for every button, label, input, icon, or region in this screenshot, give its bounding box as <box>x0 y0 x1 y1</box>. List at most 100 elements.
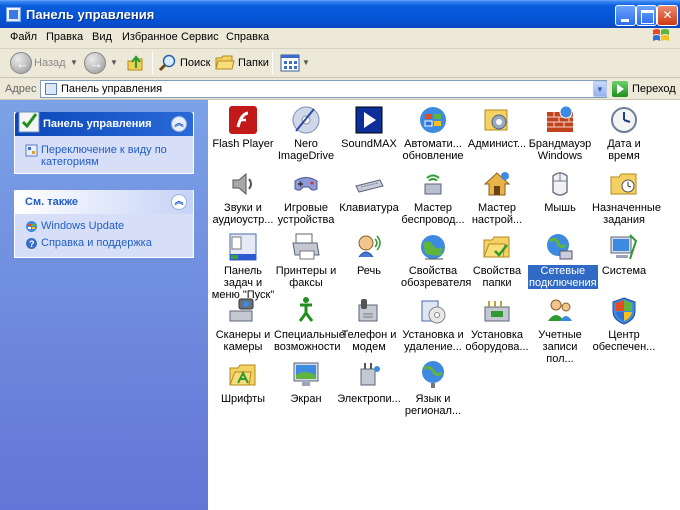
scanner-icon <box>229 298 254 322</box>
control-panel-item[interactable]: Flash Player <box>211 104 275 150</box>
control-panel-item-label: Свойства обозревателя <box>401 265 472 289</box>
address-dropdown-button[interactable]: ▼ <box>593 81 607 97</box>
speaker-icon <box>232 172 252 196</box>
forward-arrow-icon: → <box>90 56 103 71</box>
address-value: Панель управления <box>61 83 163 95</box>
control-panel-item[interactable]: Электропи... <box>337 359 401 405</box>
control-panel-box: Панель управления ︽ Переключение к виду … <box>14 111 194 174</box>
menu-tools[interactable]: Сервис <box>181 31 219 43</box>
control-panel-item-label: Установка оборудова... <box>465 329 529 353</box>
minimize-button[interactable] <box>615 5 636 26</box>
control-panel-item[interactable]: Свойства обозревателя <box>401 231 472 289</box>
address-input[interactable]: Панель управления <box>40 80 607 98</box>
control-panel-item[interactable]: Игровые устройства <box>274 168 338 226</box>
control-panel-item[interactable]: Шрифты <box>211 359 275 405</box>
network-connections-icon <box>547 234 573 260</box>
menu-edit[interactable]: Правка <box>46 31 83 43</box>
svg-text:?: ? <box>29 239 35 249</box>
control-panel-item[interactable]: Назначенные задания <box>592 168 661 226</box>
control-panel-item-label: Админист... <box>467 138 527 150</box>
control-panel-item-label: Шрифты <box>220 393 266 405</box>
control-panel-item-label: Центр обеспечен... <box>592 329 656 353</box>
views-icon[interactable] <box>280 53 300 73</box>
control-panel-item-label: Телефон и модем <box>341 329 397 353</box>
control-panel-item[interactable]: SoundMAX <box>337 104 401 150</box>
back-button[interactable]: ← <box>10 52 32 74</box>
search-button[interactable]: Поиск <box>180 57 210 69</box>
control-panel-item[interactable]: Свойства папки <box>465 231 529 289</box>
folders-button[interactable]: Папки <box>238 57 269 69</box>
help-support-link[interactable]: ? Справка и поддержка <box>25 237 183 249</box>
security-center-icon <box>612 297 636 325</box>
close-button[interactable]: ✕ <box>657 5 678 26</box>
collapse-chevron-icon[interactable]: ︽ <box>171 194 187 210</box>
menu-favorites[interactable]: Избранное <box>122 31 178 43</box>
accessibility-icon <box>298 297 314 322</box>
menu-file[interactable]: Файл <box>10 31 37 43</box>
automatic-updates-icon <box>420 107 446 133</box>
control-panel-item[interactable]: Специальные возможности <box>274 295 345 353</box>
control-panel-item[interactable]: Мышь <box>528 168 592 214</box>
control-panel-item[interactable]: Телефон и модем <box>337 295 401 353</box>
control-panel-item-label: Брандмауэр Windows <box>528 138 592 162</box>
control-panel-item[interactable]: Панель задач и меню "Пуск" <box>211 231 275 301</box>
menu-help[interactable]: Справка <box>226 31 269 43</box>
control-panel-item[interactable]: Система <box>592 231 656 277</box>
go-arrow-icon[interactable] <box>612 81 628 97</box>
switch-category-view-link[interactable]: Переключение к виду по категориям <box>25 144 183 168</box>
address-bar: Адрес Панель управления ▼ Переход <box>0 78 680 100</box>
control-panel-item[interactable]: Клавиатура <box>337 168 401 214</box>
window-title: Панель управления <box>26 7 155 22</box>
go-button[interactable]: Переход <box>632 83 676 95</box>
views-dropdown-icon[interactable]: ▼ <box>302 58 310 67</box>
scheduled-tasks-icon <box>610 173 637 195</box>
control-panel-item[interactable]: Установка оборудова... <box>465 295 529 353</box>
forward-dropdown-icon[interactable]: ▼ <box>110 58 118 67</box>
control-panel-item[interactable]: Дата и время <box>592 104 656 162</box>
user-accounts-icon <box>548 299 572 321</box>
control-panel-item-label: Клавиатура <box>339 202 399 214</box>
folders-icon[interactable] <box>214 53 236 73</box>
control-panel-item[interactable]: Экран <box>274 359 338 405</box>
control-panel-items: Flash Player Nero ImageDrive SoundMAX Автом… <box>208 100 680 510</box>
clock-icon <box>611 107 637 133</box>
help-icon: ? <box>26 238 37 249</box>
control-panel-item[interactable]: Автомати... обновление <box>401 104 465 162</box>
collapse-chevron-icon[interactable]: ︽ <box>171 116 187 132</box>
soundmax-icon <box>355 106 383 134</box>
back-arrow-icon: ← <box>16 56 29 71</box>
control-panel-item[interactable]: Брандмауэр Windows <box>528 104 592 162</box>
control-panel-box-header[interactable]: Панель управления ︽ <box>15 111 193 136</box>
windows-logo-icon <box>653 29 669 41</box>
control-panel-item[interactable]: Звуки и аудиоустр... <box>211 168 275 226</box>
control-panel-item-label: Мастер настрой... <box>471 202 523 226</box>
control-panel-item[interactable]: Админист... <box>465 104 529 150</box>
control-panel-item-label: Учетные записи пол... <box>538 329 582 365</box>
search-icon[interactable] <box>158 53 178 73</box>
firewall-icon <box>547 105 573 132</box>
windows-update-link[interactable]: Windows Update <box>25 220 183 232</box>
see-also-box-header[interactable]: См. также ︽ <box>15 190 193 214</box>
control-panel-item[interactable]: Сетевые подключения <box>528 231 598 289</box>
title-bar[interactable]: Панель управления ✕ <box>0 0 680 28</box>
up-folder-button[interactable] <box>126 53 146 73</box>
control-panel-item[interactable]: Мастер настрой... <box>465 168 529 226</box>
maximize-button[interactable] <box>636 5 657 26</box>
control-panel-item[interactable]: Речь <box>337 231 401 277</box>
control-panel-item[interactable]: Центр обеспечен... <box>592 295 656 353</box>
control-panel-item[interactable]: Мастер беспровод... <box>401 168 465 226</box>
control-panel-item-label: Экран <box>290 393 322 405</box>
menu-view[interactable]: Вид <box>92 31 112 43</box>
regional-icon <box>422 361 444 388</box>
control-panel-item[interactable]: Nero ImageDrive <box>274 104 338 162</box>
forward-button[interactable]: → <box>84 52 106 74</box>
control-panel-item-label: Принтеры и факсы <box>275 265 337 289</box>
back-dropdown-icon[interactable]: ▼ <box>70 58 78 67</box>
see-also-title: См. также <box>25 196 78 208</box>
control-panel-item[interactable]: Учетные записи пол... <box>528 295 592 365</box>
admin-tools-icon <box>484 109 508 131</box>
control-panel-item[interactable]: Установка и удаление... <box>401 295 465 353</box>
control-panel-item[interactable]: Сканеры и камеры <box>211 295 275 353</box>
control-panel-item[interactable]: Язык и регионал... <box>401 359 465 417</box>
control-panel-item[interactable]: Принтеры и факсы <box>274 231 338 289</box>
